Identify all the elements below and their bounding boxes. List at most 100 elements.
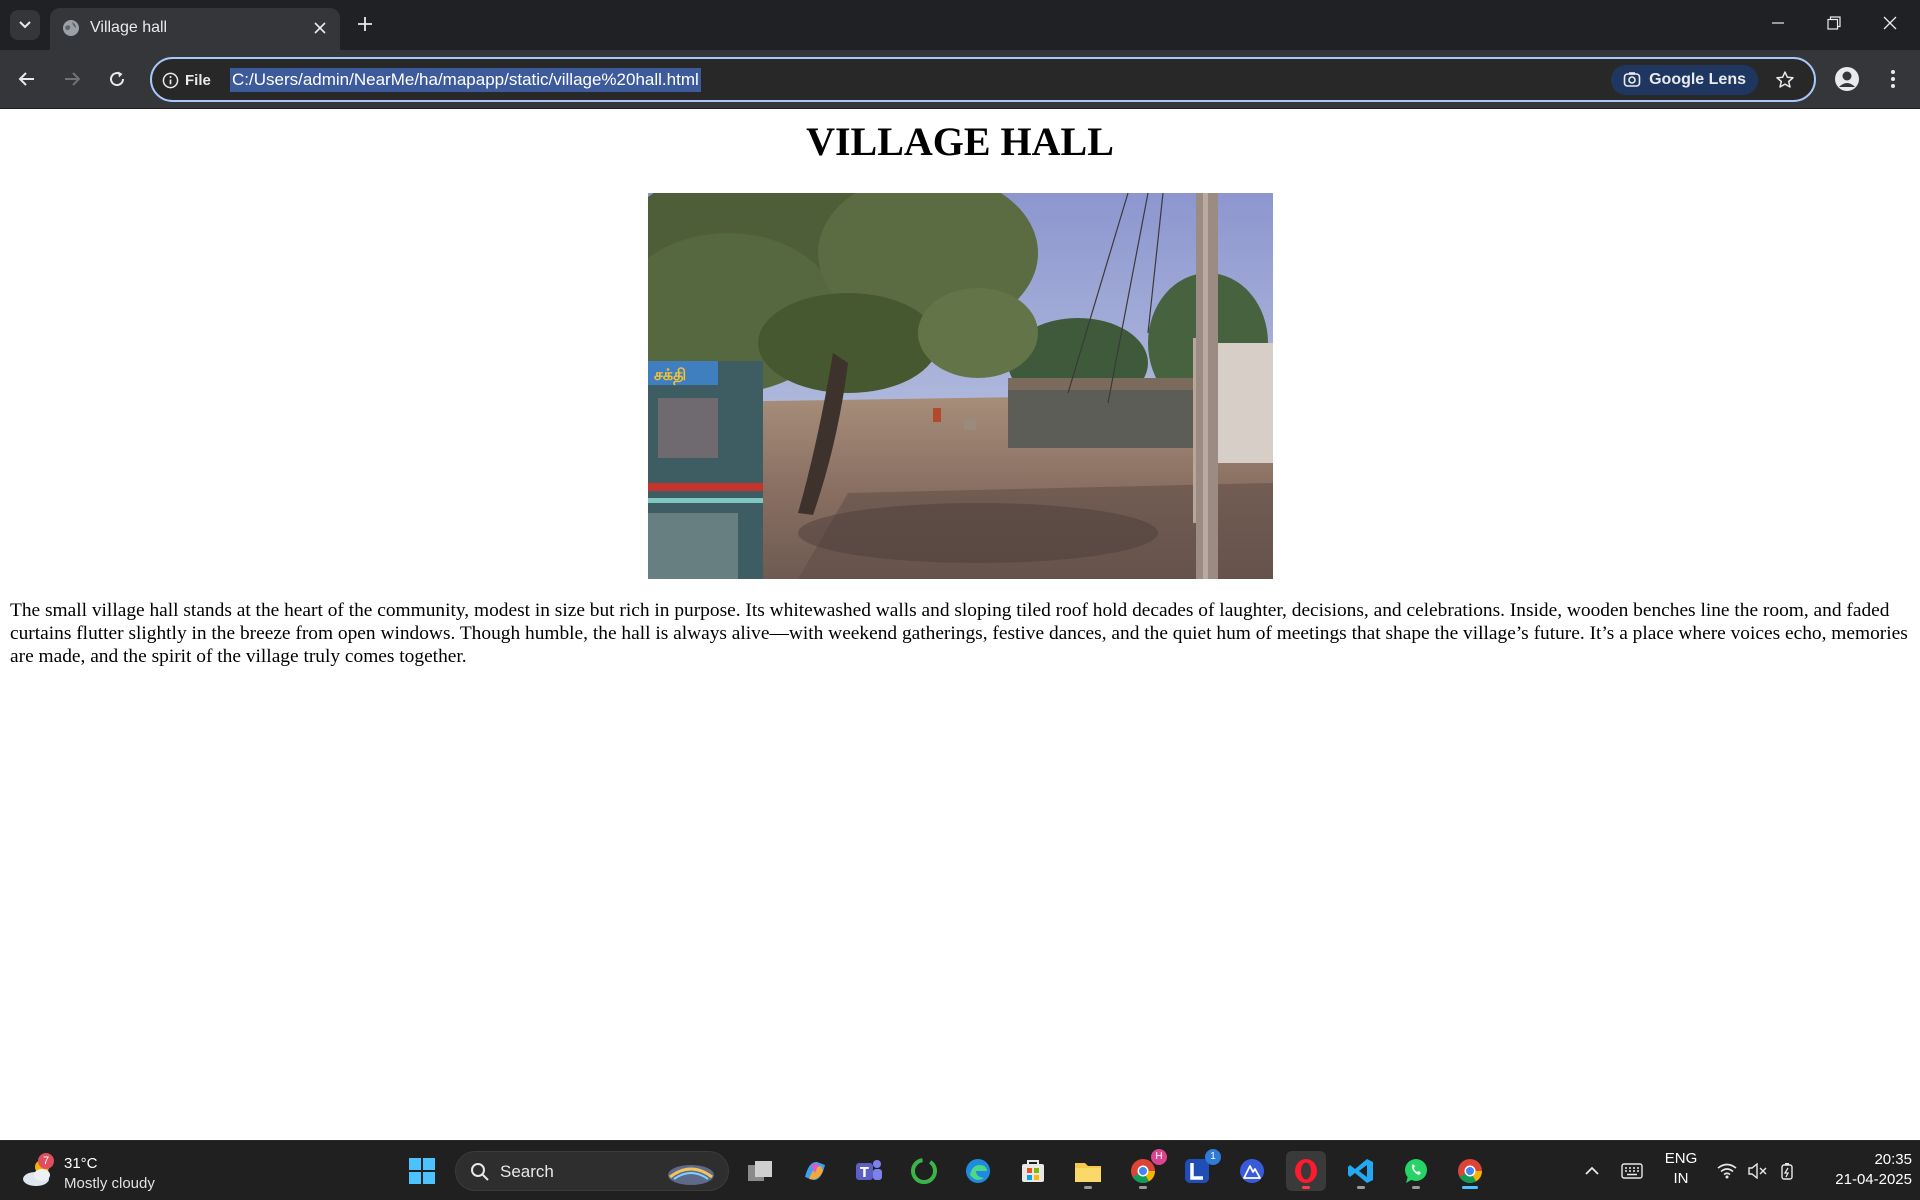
description-paragraph: The small village hall stands at the hea… bbox=[10, 600, 1908, 667]
chevron-down-icon bbox=[19, 21, 31, 29]
site-info-label: File bbox=[185, 71, 211, 89]
close-icon bbox=[314, 22, 326, 34]
circle-app-icon bbox=[911, 1158, 937, 1184]
folder-icon bbox=[1075, 1163, 1101, 1182]
show-hidden-icons-button[interactable] bbox=[1572, 1151, 1612, 1191]
edge-button[interactable] bbox=[958, 1151, 998, 1191]
running-indicator bbox=[1412, 1186, 1420, 1189]
mountain-logo-icon bbox=[1240, 1159, 1264, 1183]
menu-button[interactable] bbox=[1880, 64, 1906, 94]
search-label: Search bbox=[500, 1162, 554, 1181]
active-tab[interactable]: Village hall bbox=[50, 8, 340, 50]
wifi-icon bbox=[1717, 1163, 1737, 1179]
tab-close-button[interactable] bbox=[310, 18, 330, 38]
running-indicator bbox=[1302, 1186, 1310, 1189]
chrome-profile-badge: H bbox=[1151, 1149, 1167, 1165]
site-info-button[interactable]: File bbox=[162, 67, 211, 93]
restore-icon bbox=[1827, 16, 1841, 30]
start-button[interactable] bbox=[402, 1151, 442, 1191]
profile-button[interactable] bbox=[1832, 64, 1862, 94]
lens-icon bbox=[1623, 72, 1641, 87]
running-indicator bbox=[1139, 1186, 1147, 1189]
info-icon bbox=[162, 72, 179, 88]
chevron-up-icon bbox=[1585, 1166, 1599, 1175]
task-view-icon bbox=[748, 1161, 772, 1181]
lens-app-badge: 1 bbox=[1205, 1149, 1221, 1165]
google-lens-button[interactable]: Google Lens bbox=[1611, 65, 1758, 95]
task-view-button[interactable] bbox=[740, 1151, 780, 1191]
web-page: VILLAGE HALL சக்தி The small village hal… bbox=[0, 110, 1920, 1140]
language-indicator[interactable]: ENG IN bbox=[1656, 1150, 1706, 1192]
bookmark-button[interactable] bbox=[1772, 67, 1798, 93]
copilot-icon bbox=[805, 1161, 825, 1181]
battery-charging-icon bbox=[1781, 1163, 1793, 1180]
vscode-icon bbox=[1348, 1159, 1373, 1183]
plus-icon bbox=[358, 17, 372, 31]
lens-label: Google Lens bbox=[1649, 71, 1746, 88]
arrow-right-icon bbox=[65, 72, 81, 86]
edge-icon bbox=[966, 1159, 990, 1183]
village-hall-photo: சக்தி bbox=[648, 193, 1273, 579]
store-button[interactable] bbox=[1013, 1151, 1053, 1191]
svg-text:T: T bbox=[860, 1166, 869, 1181]
vscode-button[interactable] bbox=[1341, 1151, 1381, 1191]
chrome-icon bbox=[1458, 1159, 1482, 1184]
restore-button[interactable] bbox=[1816, 8, 1852, 38]
taskbar-search[interactable]: Search bbox=[455, 1151, 729, 1191]
tab-search-button[interactable] bbox=[10, 10, 40, 40]
language-secondary: IN bbox=[1673, 1170, 1689, 1187]
windows-logo-icon bbox=[409, 1158, 435, 1184]
touch-keyboard-button[interactable] bbox=[1612, 1151, 1652, 1191]
tab-title: Village hall bbox=[90, 19, 168, 36]
close-icon bbox=[1883, 16, 1897, 30]
copilot-button[interactable] bbox=[795, 1151, 835, 1191]
arrow-left-icon bbox=[18, 72, 34, 86]
browser-toolbar: File C:/Users/admin/NearMe/ha/mapapp/sta… bbox=[0, 50, 1920, 109]
clock[interactable]: 20:35 21-04-2025 bbox=[1812, 1150, 1912, 1190]
teams-icon: T bbox=[856, 1160, 882, 1181]
weather-temperature: 31°C bbox=[64, 1155, 98, 1172]
language-primary: ENG bbox=[1664, 1150, 1698, 1167]
browser-tab-bar: Village hall bbox=[0, 0, 1920, 50]
weather-condition: Mostly cloudy bbox=[64, 1175, 155, 1192]
lens-app-button[interactable]: 1 bbox=[1177, 1149, 1221, 1191]
opera-button[interactable] bbox=[1286, 1151, 1326, 1191]
kebab-menu-icon bbox=[1891, 70, 1895, 88]
minimize-button[interactable] bbox=[1760, 8, 1796, 38]
back-button[interactable] bbox=[12, 64, 42, 94]
minimize-icon bbox=[1772, 22, 1784, 24]
reload-icon bbox=[110, 71, 125, 87]
search-highlight-icon bbox=[668, 1165, 714, 1185]
clock-time: 20:35 bbox=[1874, 1151, 1912, 1168]
mountain-app-button[interactable] bbox=[1232, 1151, 1272, 1191]
weather-widget[interactable]: 7 31°C Mostly cloudy bbox=[18, 1147, 168, 1195]
village-scene-image: சக்தி bbox=[648, 193, 1273, 579]
quick-settings-button[interactable] bbox=[1712, 1151, 1802, 1191]
star-icon bbox=[1776, 71, 1794, 88]
forward-button[interactable] bbox=[57, 64, 87, 94]
clock-date: 21-04-2025 bbox=[1835, 1171, 1912, 1188]
speaker-muted-icon bbox=[1748, 1163, 1767, 1179]
teams-button[interactable]: T bbox=[849, 1151, 889, 1191]
chrome-profile-button[interactable]: H bbox=[1123, 1149, 1167, 1191]
running-indicator bbox=[1084, 1186, 1092, 1189]
chrome-button[interactable] bbox=[1450, 1151, 1490, 1191]
weather-badge: 7 bbox=[38, 1153, 54, 1169]
url-text[interactable]: C:/Users/admin/NearMe/ha/mapapp/static/v… bbox=[230, 68, 701, 92]
whatsapp-button[interactable] bbox=[1396, 1151, 1436, 1191]
opera-icon bbox=[1295, 1159, 1317, 1183]
avatar-icon bbox=[1835, 67, 1859, 91]
close-window-button[interactable] bbox=[1872, 8, 1908, 38]
active-indicator bbox=[1462, 1186, 1478, 1189]
reload-button[interactable] bbox=[102, 64, 132, 94]
windows-taskbar: 7 31°C Mostly cloudy Search T H 1 ENG IN… bbox=[0, 1140, 1920, 1200]
search-icon bbox=[471, 1163, 489, 1181]
keyboard-icon bbox=[1621, 1163, 1643, 1179]
bus-sign-text: சக்தி bbox=[654, 365, 686, 385]
globe-icon bbox=[63, 20, 79, 36]
new-tab-button[interactable] bbox=[352, 11, 378, 37]
page-title: VILLAGE HALL bbox=[806, 119, 1114, 164]
address-bar[interactable]: File C:/Users/admin/NearMe/ha/mapapp/sta… bbox=[150, 57, 1816, 102]
app-ring-button[interactable] bbox=[904, 1151, 944, 1191]
file-explorer-button[interactable] bbox=[1068, 1151, 1108, 1191]
